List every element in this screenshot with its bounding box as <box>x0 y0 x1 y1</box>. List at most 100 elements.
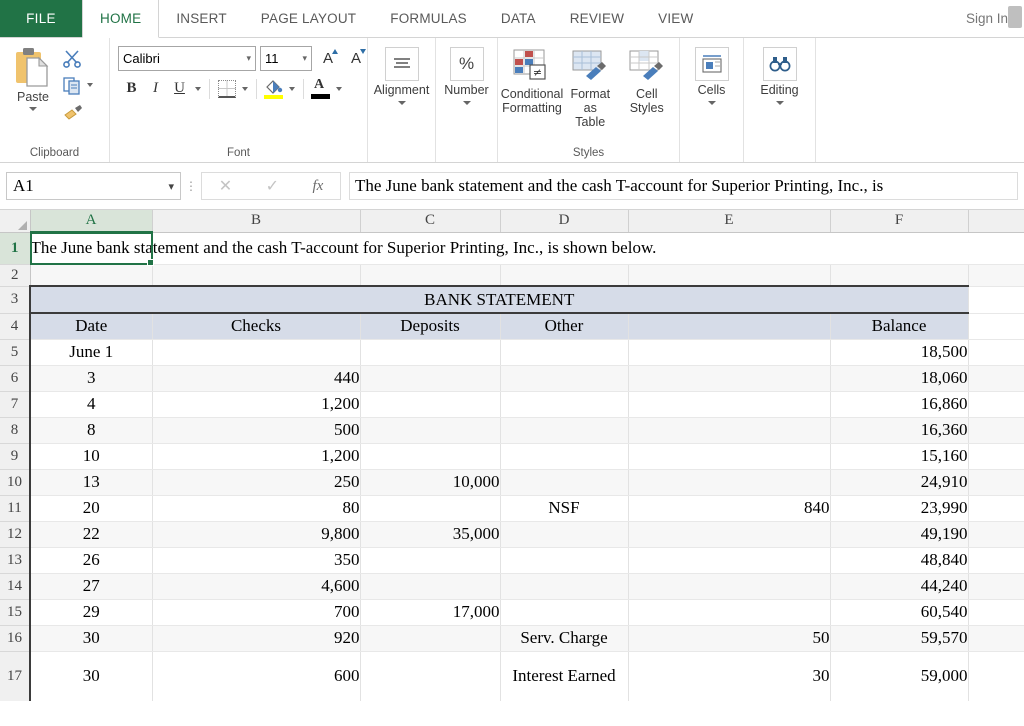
cell-checks-17[interactable]: 600 <box>152 651 361 701</box>
cell-other-9[interactable] <box>500 443 629 470</box>
cell-date-9[interactable]: 10 <box>29 443 153 470</box>
cell-other-8[interactable] <box>500 417 629 444</box>
cell-balance-15[interactable]: 60,540 <box>830 599 969 626</box>
cell-amount-14[interactable] <box>628 573 831 600</box>
paste-button[interactable]: Paste <box>4 41 62 111</box>
ribbon-collapse-handle[interactable] <box>1008 6 1022 28</box>
cell-checks-12[interactable]: 9,800 <box>152 521 361 548</box>
borders-dropdown-caret[interactable] <box>242 86 248 91</box>
cell-amount-6[interactable] <box>628 365 831 392</box>
bold-button[interactable]: B <box>120 77 143 100</box>
cell-a2[interactable] <box>30 264 153 287</box>
number-dropdown-caret[interactable] <box>462 100 471 105</box>
cell-checks-5[interactable] <box>152 339 361 366</box>
cell-balance-10[interactable]: 24,910 <box>830 469 969 496</box>
underline-button[interactable]: U <box>168 77 191 100</box>
cell-deposits-12[interactable]: 35,000 <box>360 521 501 548</box>
cell-deposits-9[interactable] <box>360 443 501 470</box>
cell-checks-11[interactable]: 80 <box>152 495 361 522</box>
cell-balance-5[interactable]: 18,500 <box>830 339 969 366</box>
header-other[interactable]: Other <box>500 312 629 340</box>
fill-color-dropdown-caret[interactable] <box>289 86 295 91</box>
cell-date-5[interactable]: June 1 <box>29 339 153 366</box>
cell-other-17[interactable]: Interest Earned <box>500 651 629 701</box>
cell-balance-17[interactable]: 59,000 <box>830 651 969 701</box>
cell-balance-14[interactable]: 44,240 <box>830 573 969 600</box>
header-deposits[interactable]: Deposits <box>360 312 501 340</box>
cell-date-8[interactable]: 8 <box>29 417 153 444</box>
copy-dropdown-caret[interactable] <box>87 83 93 87</box>
cell-other-5[interactable] <box>500 339 629 366</box>
cell-checks-6[interactable]: 440 <box>152 365 361 392</box>
cell-deposits-11[interactable] <box>360 495 501 522</box>
column-header-c[interactable]: C <box>360 210 501 233</box>
formula-bar-handle[interactable]: ⋮ <box>181 180 201 192</box>
cell-deposits-16[interactable] <box>360 625 501 652</box>
cell-balance-7[interactable]: 16,860 <box>830 391 969 418</box>
editing-dropdown-caret[interactable] <box>775 100 784 105</box>
row-header-5[interactable]: 5 <box>0 339 31 366</box>
cell-deposits-8[interactable] <box>360 417 501 444</box>
row-header-12[interactable]: 12 <box>0 521 31 548</box>
cell-checks-7[interactable]: 1,200 <box>152 391 361 418</box>
cells-button[interactable]: Cells <box>684 41 739 105</box>
cell-amount-9[interactable] <box>628 443 831 470</box>
cell-deposits-13[interactable] <box>360 547 501 574</box>
formula-input[interactable]: The June bank statement and the cash T-a… <box>349 172 1018 200</box>
cell-other-7[interactable] <box>500 391 629 418</box>
row-header-6[interactable]: 6 <box>0 365 31 392</box>
cell-deposits-5[interactable] <box>360 339 501 366</box>
increase-font-size-button[interactable]: A <box>316 46 340 71</box>
cell-e2[interactable] <box>628 264 831 287</box>
borders-button[interactable] <box>215 77 238 100</box>
cell-g2[interactable] <box>968 264 1024 287</box>
header-checks[interactable]: Checks <box>152 312 361 340</box>
enter-check-icon[interactable]: ✓ <box>266 176 279 196</box>
cell-other-14[interactable] <box>500 573 629 600</box>
tab-view[interactable]: VIEW <box>641 0 710 37</box>
cell-deposits-10[interactable]: 10,000 <box>360 469 501 496</box>
cells-dropdown-caret[interactable] <box>707 100 716 105</box>
cell-g9[interactable] <box>968 443 1024 470</box>
paste-dropdown-caret[interactable] <box>29 107 37 111</box>
bank-statement-title[interactable]: BANK STATEMENT <box>29 285 969 314</box>
row-header-1[interactable]: 1 <box>0 232 31 265</box>
row-header-11[interactable]: 11 <box>0 495 31 522</box>
cell-g17[interactable] <box>968 651 1024 701</box>
cell-date-14[interactable]: 27 <box>29 573 153 600</box>
cell-other-13[interactable] <box>500 547 629 574</box>
cancel-x-icon[interactable]: ✕ <box>219 176 232 196</box>
row-header-17[interactable]: 17 <box>0 651 31 701</box>
cell-g10[interactable] <box>968 469 1024 496</box>
cell-a1[interactable]: The June bank statement and the cash T-a… <box>30 232 1024 265</box>
cut-button[interactable] <box>62 47 96 69</box>
cell-g15[interactable] <box>968 599 1024 626</box>
cell-balance-11[interactable]: 23,990 <box>830 495 969 522</box>
number-button[interactable]: % Number <box>440 41 493 105</box>
cell-g11[interactable] <box>968 495 1024 522</box>
cell-deposits-14[interactable] <box>360 573 501 600</box>
cell-amount-7[interactable] <box>628 391 831 418</box>
column-header-g[interactable] <box>968 210 1024 233</box>
cell-balance-16[interactable]: 59,570 <box>830 625 969 652</box>
tab-page-layout[interactable]: PAGE LAYOUT <box>244 0 373 37</box>
cell-checks-13[interactable]: 350 <box>152 547 361 574</box>
cell-b2[interactable] <box>152 264 361 287</box>
cell-g13[interactable] <box>968 547 1024 574</box>
cell-deposits-6[interactable] <box>360 365 501 392</box>
row-header-13[interactable]: 13 <box>0 547 31 574</box>
cell-checks-8[interactable]: 500 <box>152 417 361 444</box>
cell-deposits-17[interactable] <box>360 651 501 701</box>
cell-g12[interactable] <box>968 521 1024 548</box>
cell-g3[interactable] <box>968 286 1024 314</box>
font-color-button[interactable]: A <box>309 77 332 100</box>
cell-checks-15[interactable]: 700 <box>152 599 361 626</box>
column-header-b[interactable]: B <box>152 210 361 233</box>
row-header-10[interactable]: 10 <box>0 469 31 496</box>
row-header-3[interactable]: 3 <box>0 286 31 314</box>
name-box[interactable]: A1 ▾ <box>6 172 181 200</box>
cell-date-7[interactable]: 4 <box>29 391 153 418</box>
cell-g7[interactable] <box>968 391 1024 418</box>
cell-checks-9[interactable]: 1,200 <box>152 443 361 470</box>
cell-date-6[interactable]: 3 <box>29 365 153 392</box>
